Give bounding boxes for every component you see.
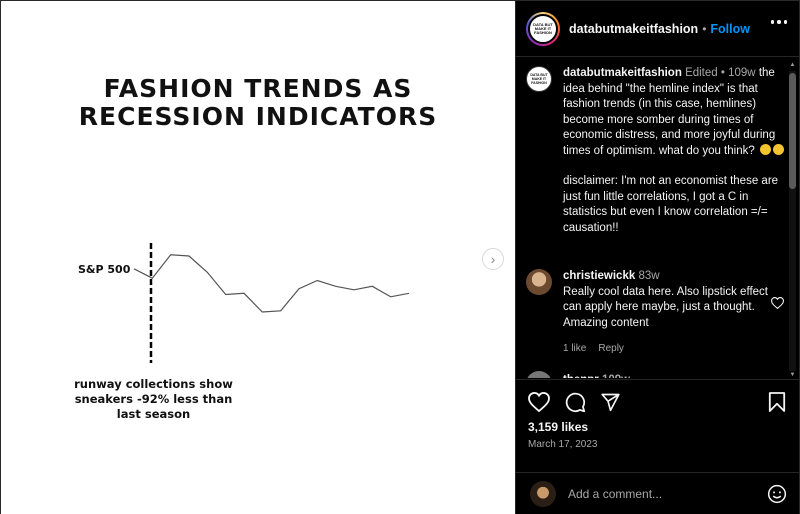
comment-heart-icon[interactable] xyxy=(771,297,784,309)
caption: DATA BUT MAKE IT FASHION databutmakeitfa… xyxy=(526,66,786,236)
comment-header: thenpr 109w xyxy=(563,374,630,378)
caption-dot: • xyxy=(720,67,725,79)
post-sidebar: DATA BUT MAKE IT FASHION databutmakeitfa… xyxy=(515,1,800,514)
comments-scrollbar[interactable]: ▲ ▼ xyxy=(788,61,797,379)
comment-item: christiewickk 83w Really cool data here.… xyxy=(526,269,788,357)
header-separator: • xyxy=(702,21,707,36)
comment-body: christiewickk 83w Really cool data here.… xyxy=(563,269,773,357)
post-modal: FASHION TRENDS AS RECESSION INDICATORS S… xyxy=(0,0,800,514)
scroll-thumb[interactable] xyxy=(789,73,796,189)
comment-item: thenpr 109w xyxy=(526,371,630,378)
next-image-button[interactable]: › xyxy=(482,248,504,270)
add-comment-bar xyxy=(516,472,800,514)
comment-age: 109w xyxy=(602,374,630,378)
post-header: DATA BUT MAKE IT FASHION databutmakeitfa… xyxy=(516,1,800,57)
caption-avatar[interactable]: DATA BUT MAKE IT FASHION xyxy=(526,66,552,92)
caption-body: databutmakeitfashion Edited • 109w the i… xyxy=(563,66,785,236)
more-icon[interactable] xyxy=(770,20,787,24)
emoji-icon[interactable] xyxy=(767,484,787,504)
likes-count[interactable]: 3,159 likes xyxy=(528,420,588,434)
comment-input[interactable] xyxy=(568,487,748,501)
caption-username[interactable]: databutmakeitfashion xyxy=(563,67,682,79)
post-date[interactable]: March 17, 2023 xyxy=(528,439,598,450)
bookmark-icon[interactable] xyxy=(768,392,786,412)
comment-text: Really cool data here. Also lipstick eff… xyxy=(563,285,768,329)
caption-age: 109w xyxy=(728,67,756,79)
heart-icon[interactable] xyxy=(528,392,550,412)
comment-age: 83w xyxy=(638,270,660,282)
pleading-face-emoji-icon xyxy=(772,143,784,155)
series-label: S&P 500 xyxy=(78,263,131,276)
commenter-avatar[interactable] xyxy=(526,269,552,295)
share-icon[interactable] xyxy=(600,392,621,412)
comment-actions: 1 like Reply xyxy=(563,341,773,357)
my-avatar xyxy=(530,481,556,507)
chevron-right-icon: › xyxy=(490,251,496,267)
comment-icon[interactable] xyxy=(565,392,586,413)
comment-username[interactable]: thenpr xyxy=(563,374,599,378)
caption-text-1: the idea behind "the hemline index" is t… xyxy=(563,67,776,157)
follow-button[interactable]: Follow xyxy=(710,22,750,36)
sp500-series-line xyxy=(133,254,410,313)
comment-likes[interactable]: 1 like xyxy=(563,341,586,357)
commenter-avatar[interactable] xyxy=(526,371,552,378)
scroll-down-icon[interactable]: ▼ xyxy=(788,371,797,379)
line-chart xyxy=(133,243,410,363)
author-avatar[interactable]: DATA BUT MAKE IT FASHION xyxy=(526,11,560,46)
post-image: FASHION TRENDS AS RECESSION INDICATORS S… xyxy=(1,1,515,514)
scroll-up-icon[interactable]: ▲ xyxy=(788,61,797,69)
comment-reply-button[interactable]: Reply xyxy=(598,341,624,357)
pleading-face-emoji-icon xyxy=(759,143,771,155)
author-username[interactable]: databutmakeitfashion xyxy=(569,22,698,36)
chart-annotation: runway collections show sneakers -92% le… xyxy=(74,377,233,421)
comments-section[interactable]: DATA BUT MAKE IT FASHION databutmakeitfa… xyxy=(516,58,788,378)
action-bar: 3,159 likes March 17, 2023 xyxy=(516,379,800,473)
caption-edited: Edited xyxy=(685,67,718,79)
author-avatar-logo: DATA BUT MAKE IT FASHION xyxy=(528,13,558,44)
caption-text-2: disclaimer: I'm not an economist these a… xyxy=(563,175,779,234)
comment-username[interactable]: christiewickk xyxy=(563,270,635,282)
